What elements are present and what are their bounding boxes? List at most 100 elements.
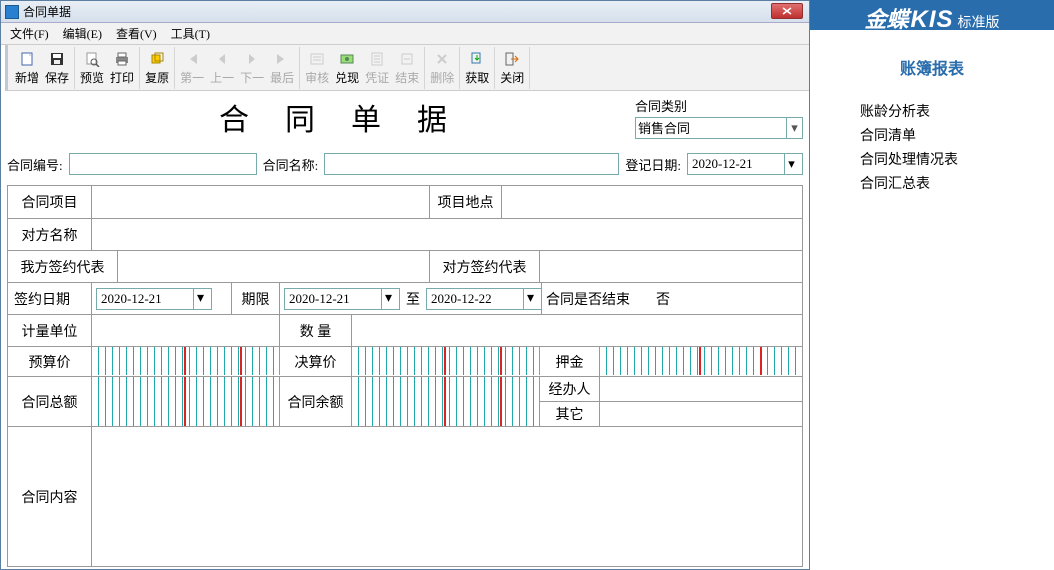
field-balance[interactable] [352, 377, 540, 426]
field-total[interactable] [92, 377, 280, 426]
label-to: 至 [406, 289, 420, 309]
term-from-picker[interactable]: ▾ [284, 288, 400, 310]
label-qty: 数 量 [280, 315, 352, 346]
panel-item[interactable]: 合同汇总表 [860, 173, 1034, 193]
prev-button[interactable]: 上一 [207, 48, 237, 88]
label-balance: 合同余额 [280, 377, 352, 426]
label-other: 其它 [540, 402, 599, 426]
label-handler: 经办人 [540, 377, 599, 402]
app-icon [5, 5, 19, 19]
audit-button[interactable]: 审核 [302, 48, 332, 88]
field-content[interactable] [92, 427, 802, 566]
sign-date-input[interactable] [101, 291, 189, 307]
field-qty[interactable] [352, 315, 802, 346]
term-from-input[interactable] [289, 291, 377, 307]
delete-icon [434, 51, 450, 67]
reg-date-input[interactable] [692, 156, 780, 172]
reg-date-label: 登记日期: [625, 155, 681, 174]
field-party[interactable] [92, 219, 802, 250]
label-sign-date: 签约日期 [8, 283, 92, 314]
close-button[interactable] [771, 3, 803, 19]
new-icon [19, 51, 35, 67]
form-table: 合同项目 项目地点 对方名称 我方签约代表 对方签约代表 签约日期 [7, 185, 803, 567]
audit-icon [309, 51, 325, 67]
panel-item[interactable]: 合同处理情况表 [860, 149, 1034, 169]
reg-date-picker[interactable]: ▾ [687, 153, 803, 175]
contract-name-input[interactable] [327, 154, 616, 174]
chevron-down-icon[interactable]: ▾ [381, 289, 395, 309]
menubar: 文件(F) 编辑(E) 查看(V) 工具(T) [1, 23, 809, 45]
contract-type-label: 合同类别 [635, 96, 803, 115]
panel-list: 账龄分析表 合同清单 合同处理情况表 合同汇总表 [830, 101, 1034, 193]
close-case-icon [399, 51, 415, 67]
titlebar: 合同单据 [1, 1, 809, 23]
contract-no-input[interactable] [72, 154, 254, 174]
field-final[interactable] [352, 347, 540, 375]
label-closed: 合同是否结束 [546, 289, 630, 309]
field-deposit[interactable] [600, 347, 802, 375]
right-panel: 账簿报表 账龄分析表 合同清单 合同处理情况表 合同汇总表 [810, 30, 1054, 222]
close-case-button[interactable]: 结束 [392, 48, 422, 88]
restore-button[interactable]: 复原 [142, 48, 172, 88]
menu-view[interactable]: 查看(V) [113, 24, 160, 43]
first-button[interactable]: 第一 [177, 48, 207, 88]
app-window: 合同单据 文件(F) 编辑(E) 查看(V) 工具(T) 新增 保存 预览 [0, 0, 810, 570]
label-final: 决算价 [280, 347, 352, 376]
menu-tool[interactable]: 工具(T) [168, 24, 213, 43]
menu-file[interactable]: 文件(F) [7, 24, 52, 43]
next-button[interactable]: 下一 [237, 48, 267, 88]
field-location[interactable] [502, 186, 802, 218]
label-location: 项目地点 [430, 186, 502, 218]
cash-button[interactable]: 兑现 [332, 48, 362, 88]
first-icon [185, 52, 199, 66]
next-icon [245, 52, 259, 66]
field-other[interactable] [600, 402, 802, 406]
field-budget[interactable] [92, 347, 280, 375]
term-to-picker[interactable]: ▾ [426, 288, 542, 310]
sign-date-picker[interactable]: ▾ [96, 288, 212, 310]
contract-type-select[interactable]: ▾ [635, 117, 803, 139]
toolbar: 新增 保存 预览 打印 复原 [5, 45, 809, 91]
chevron-down-icon[interactable]: ▾ [784, 154, 798, 174]
panel-item[interactable]: 合同清单 [860, 125, 1034, 145]
print-icon [114, 51, 130, 67]
preview-icon [84, 51, 100, 67]
delete-button[interactable]: 删除 [427, 48, 457, 88]
contract-no-label: 合同编号: [7, 155, 63, 174]
contract-name-label: 合同名称: [263, 155, 319, 174]
doc-title: 合同单据 [7, 95, 635, 139]
value-closed: 否 [656, 289, 670, 309]
brand-edition: 标准版 [958, 12, 1000, 32]
exit-icon [504, 51, 520, 67]
label-our-rep: 我方签约代表 [8, 251, 118, 282]
window-title: 合同单据 [23, 3, 71, 20]
panel-title: 账簿报表 [830, 55, 1034, 79]
fetch-button[interactable]: 获取 [462, 48, 492, 88]
field-our-rep[interactable] [118, 251, 430, 282]
label-total: 合同总额 [8, 377, 92, 426]
save-button[interactable]: 保存 [42, 48, 72, 88]
label-project: 合同项目 [8, 186, 92, 218]
close-window-button[interactable]: 关闭 [497, 48, 527, 88]
field-their-rep[interactable] [540, 251, 802, 282]
voucher-button[interactable]: 凭证 [362, 48, 392, 88]
brand-bar: 金蝶 KIS 标准版 [810, 0, 1054, 30]
preview-button[interactable]: 预览 [77, 48, 107, 88]
label-their-rep: 对方签约代表 [430, 251, 540, 282]
fetch-icon [469, 51, 485, 67]
panel-item[interactable]: 账龄分析表 [860, 101, 1034, 121]
last-button[interactable]: 最后 [267, 48, 297, 88]
chevron-down-icon[interactable]: ▾ [523, 289, 537, 309]
label-party: 对方名称 [8, 219, 92, 250]
last-icon [275, 52, 289, 66]
field-unit[interactable] [92, 315, 280, 346]
label-content: 合同内容 [8, 427, 92, 566]
print-button[interactable]: 打印 [107, 48, 137, 88]
contract-type-value[interactable] [638, 120, 782, 136]
new-button[interactable]: 新增 [12, 48, 42, 88]
chevron-down-icon[interactable]: ▾ [786, 118, 802, 138]
menu-edit[interactable]: 编辑(E) [60, 24, 105, 43]
term-to-input[interactable] [431, 291, 519, 307]
chevron-down-icon[interactable]: ▾ [193, 289, 207, 309]
field-project[interactable] [92, 186, 430, 218]
